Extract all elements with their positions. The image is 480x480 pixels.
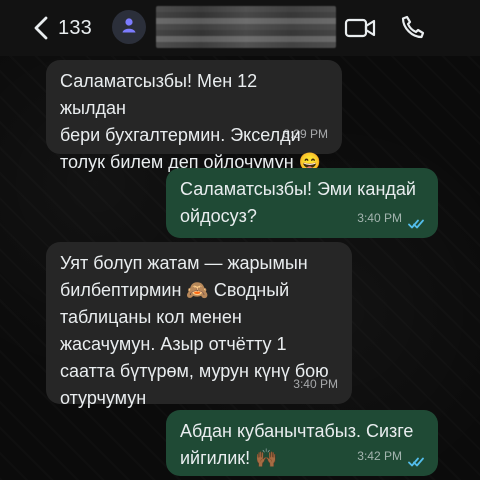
voice-call-button[interactable]	[400, 14, 426, 40]
person-icon	[120, 16, 138, 39]
message-bubble[interactable]: Саламатсызбы! Мен 12 жылдан бери бухгалт…	[46, 60, 342, 172]
message-time: 3:42 PM	[357, 449, 402, 463]
video-call-button[interactable]	[344, 16, 376, 40]
message-time: 3:40 PM	[293, 377, 338, 391]
double-check-icon	[408, 451, 424, 466]
video-call-icon	[344, 18, 376, 44]
message-bubble[interactable]: Уят болуп жатам — жарымын билбептирмин 🙈…	[46, 242, 352, 408]
message-bubble[interactable]: Абдан кубанычтабыз. Сизге ийгилик! 🙌🏾 3:…	[166, 410, 438, 476]
contact-name-blurred[interactable]	[156, 6, 336, 48]
message-meta: 3:39 PM	[283, 121, 328, 148]
message-time: 3:40 PM	[357, 211, 402, 225]
message-bubble[interactable]: Саламатсызбы! Эми кандай ойдосуз? 3:40 P…	[166, 168, 438, 238]
chat-area: Саламатсызбы! Мен 12 жылдан бери бухгалт…	[0, 56, 480, 480]
message-meta: 3:42 PM	[357, 443, 424, 470]
chevron-left-icon	[34, 16, 48, 40]
double-check-icon	[408, 213, 424, 228]
message-time: 3:39 PM	[283, 127, 328, 141]
chat-header: 133	[0, 0, 480, 56]
phone-icon	[400, 15, 426, 44]
message-meta: 3:40 PM	[293, 371, 338, 398]
avatar[interactable]	[112, 10, 146, 44]
back-button[interactable]: 133	[34, 14, 114, 42]
unread-count: 133	[58, 16, 92, 39]
message-meta: 3:40 PM	[357, 205, 424, 232]
